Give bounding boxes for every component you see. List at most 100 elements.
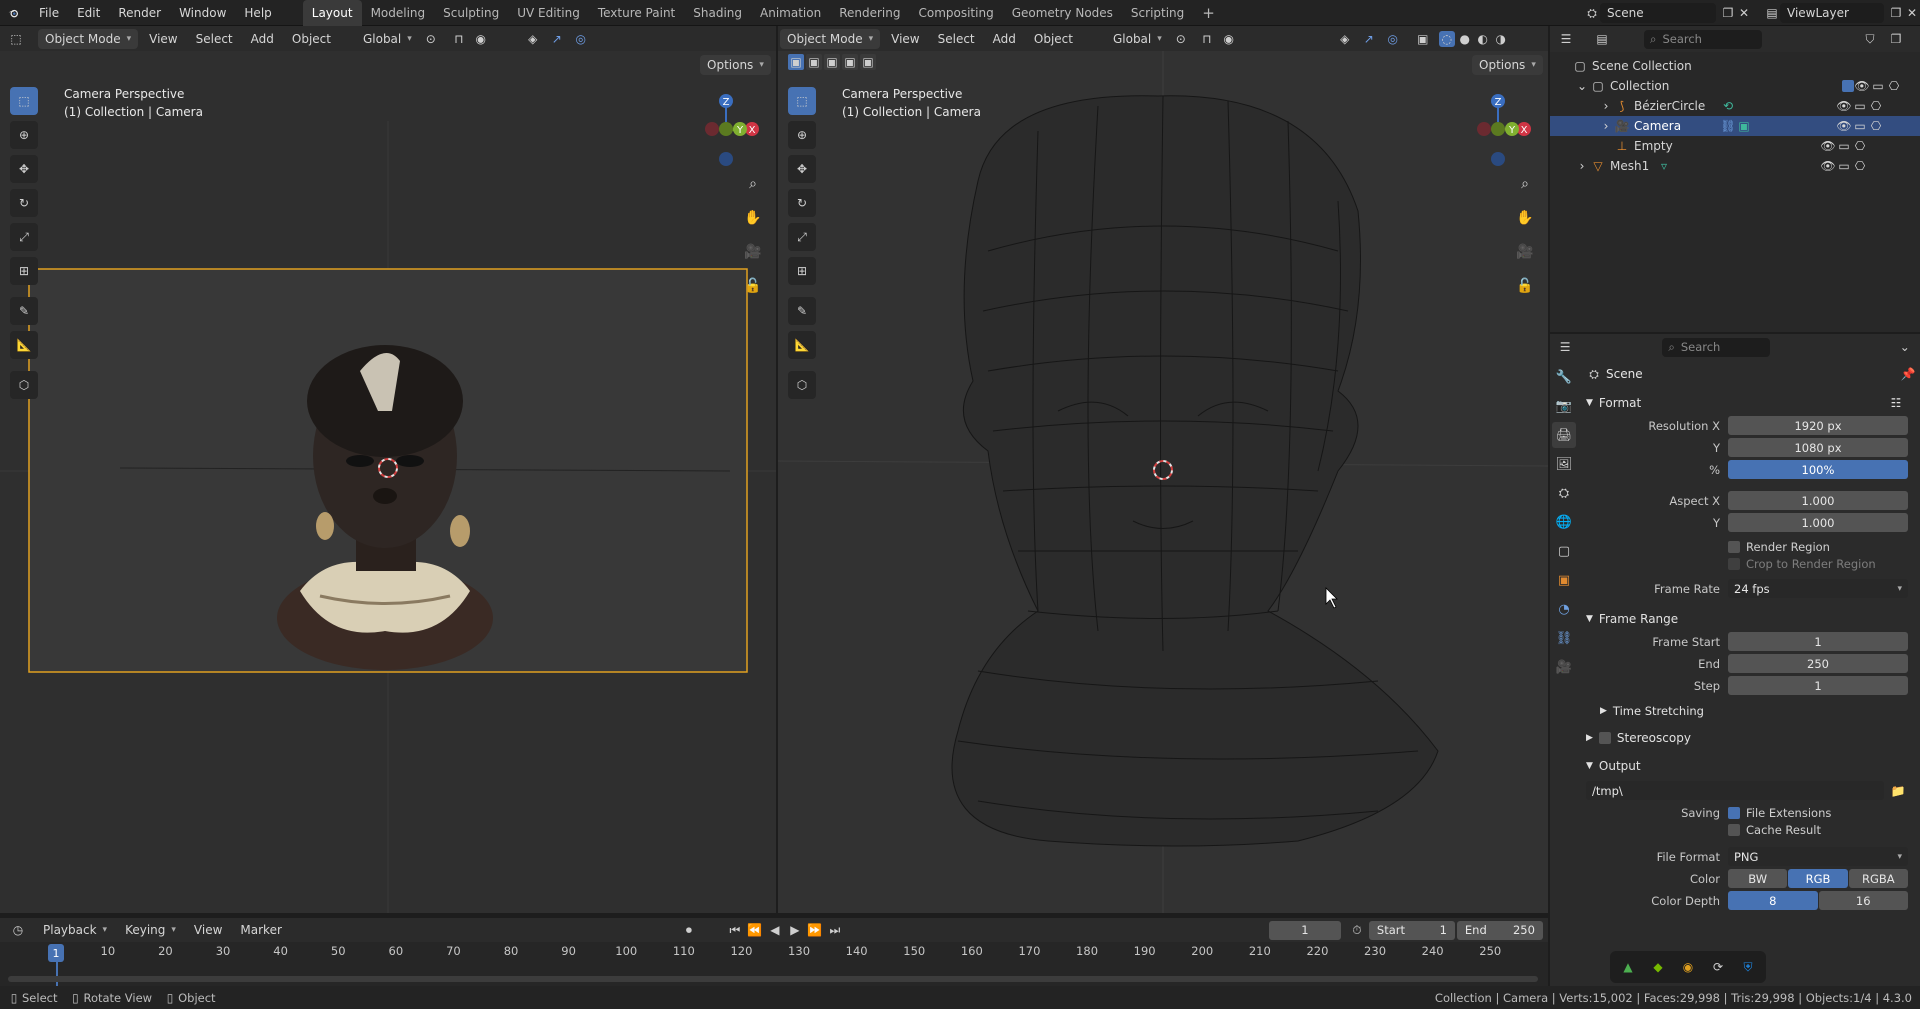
menu-view-right[interactable]: View bbox=[884, 29, 926, 49]
pivot-icon[interactable]: ⊙ bbox=[423, 31, 439, 47]
data-tab-icon[interactable]: 🎥 bbox=[1552, 654, 1576, 680]
select-extend-icon-right[interactable]: ▣ bbox=[806, 54, 822, 70]
constraint-tab-icon[interactable]: ⛓ bbox=[1552, 625, 1576, 651]
pivot-icon-right[interactable]: ⊙ bbox=[1173, 31, 1189, 47]
tab-rendering[interactable]: Rendering bbox=[830, 0, 909, 26]
jump-keyframe-forward-icon[interactable]: ⏩ bbox=[807, 922, 823, 938]
monitor-icon[interactable]: ▭ bbox=[1870, 78, 1886, 94]
collection-row[interactable]: ⌄ ▢ Collection 👁 ▭ ⎔ bbox=[1550, 76, 1920, 96]
menu-file[interactable]: File bbox=[30, 0, 68, 26]
rotate-tool[interactable]: ↻ bbox=[10, 189, 38, 217]
transform-tool-right[interactable]: ⊞ bbox=[788, 257, 816, 285]
snap-icon[interactable]: ⊓ bbox=[451, 31, 467, 47]
tab-modeling[interactable]: Modeling bbox=[362, 0, 435, 26]
tab-animation[interactable]: Animation bbox=[751, 0, 830, 26]
menu-help[interactable]: Help bbox=[235, 0, 280, 26]
menu-object-right[interactable]: Object bbox=[1027, 29, 1080, 49]
timeline-view-menu[interactable]: View bbox=[187, 920, 229, 940]
select-box-tool[interactable]: ⬚ bbox=[10, 87, 38, 115]
outliner-search-input[interactable]: ⌕ Search bbox=[1644, 29, 1762, 49]
visibility-icon[interactable]: ◈ bbox=[525, 31, 541, 47]
render-region-checkbox[interactable] bbox=[1728, 541, 1740, 553]
object-mode-dropdown-right[interactable]: Object Mode bbox=[780, 28, 881, 49]
frame-start-field[interactable]: 1 bbox=[1728, 632, 1908, 651]
render-region-toggle[interactable]: Render Region bbox=[1728, 540, 1908, 554]
tab-scripting[interactable]: Scripting bbox=[1122, 0, 1193, 26]
crop-region-checkbox[interactable] bbox=[1728, 558, 1740, 570]
display-mode-icon[interactable]: ▤ bbox=[1594, 31, 1610, 47]
timeline-editor-icon[interactable]: ◷ bbox=[10, 922, 26, 938]
zoom-icon-right[interactable]: ⌕ bbox=[1512, 171, 1538, 197]
monitor-icon[interactable]: ▭ bbox=[1836, 158, 1852, 174]
file-extensions-checkbox[interactable] bbox=[1728, 807, 1740, 819]
render-camera-icon[interactable]: ⎔ bbox=[1852, 158, 1868, 174]
color-rgb-button[interactable]: RGB bbox=[1788, 869, 1848, 888]
marker-menu[interactable]: Marker bbox=[233, 920, 288, 940]
measure-tool[interactable]: 📐 bbox=[10, 331, 38, 359]
cursor-tool[interactable]: ⊕ bbox=[10, 121, 38, 149]
tab-geometry-nodes[interactable]: Geometry Nodes bbox=[1003, 0, 1122, 26]
new-collection-icon[interactable]: ❐ bbox=[1888, 31, 1904, 47]
resolution-y-field[interactable]: 1080 px bbox=[1728, 438, 1908, 457]
move-tool-right[interactable]: ✥ bbox=[788, 155, 816, 183]
tab-compositing[interactable]: Compositing bbox=[909, 0, 1002, 26]
delete-viewlayer-icon[interactable]: ✕ bbox=[1904, 5, 1920, 21]
select-new-icon-right[interactable]: ▣ bbox=[788, 54, 804, 70]
move-tool[interactable]: ✥ bbox=[10, 155, 38, 183]
new-viewlayer-icon[interactable]: ❐ bbox=[1888, 5, 1904, 21]
outliner-item-camera[interactable]: › 🎥 Camera ⛓ ▣ 👁 ▭ ⎔ bbox=[1550, 116, 1920, 136]
solid-shading-icon[interactable]: ● bbox=[1457, 31, 1473, 47]
play-icon[interactable]: ▶ bbox=[787, 922, 803, 938]
orientation-dropdown-right[interactable]: Global bbox=[1106, 29, 1169, 49]
monitor-icon[interactable]: ▭ bbox=[1852, 98, 1868, 114]
menu-edit[interactable]: Edit bbox=[68, 0, 109, 26]
current-frame-field[interactable]: 1 bbox=[1268, 920, 1341, 940]
color-bw-button[interactable]: BW bbox=[1728, 869, 1788, 888]
snap-icon-right[interactable]: ⊓ bbox=[1199, 31, 1215, 47]
output-path-field[interactable]: /tmp\ bbox=[1586, 781, 1884, 800]
presets-icon[interactable]: ☷ bbox=[1888, 395, 1904, 411]
gizmo-icon-right[interactable]: ↗ bbox=[1361, 31, 1377, 47]
navigation-gizmo-left[interactable]: Z X Y bbox=[688, 87, 764, 167]
tab-uv-editing[interactable]: UV Editing bbox=[508, 0, 589, 26]
sync-icon[interactable]: ⟳ bbox=[1710, 959, 1726, 975]
color-depth-16-button[interactable]: 16 bbox=[1818, 891, 1908, 910]
shield-icon[interactable]: ⛨ bbox=[1740, 959, 1756, 975]
frame-end-field[interactable]: 250 bbox=[1728, 654, 1908, 673]
add-cube-tool[interactable]: ⬡ bbox=[10, 371, 38, 399]
right-viewport[interactable]: ▣ ▣ ▣ ▣ ▣ Camera Perspective (1) Collect… bbox=[778, 51, 1548, 913]
crop-region-toggle[interactable]: Crop to Render Region bbox=[1728, 557, 1908, 571]
eye-icon[interactable]: 👁 bbox=[1820, 158, 1836, 174]
play-reverse-icon[interactable]: ◀ bbox=[767, 922, 783, 938]
frame-step-field[interactable]: 1 bbox=[1728, 676, 1908, 695]
visibility-icon-right[interactable]: ◈ bbox=[1337, 31, 1353, 47]
zoom-icon[interactable]: ⌕ bbox=[740, 171, 766, 197]
expand-chevron-icon[interactable]: › bbox=[1598, 118, 1614, 134]
menu-select-right[interactable]: Select bbox=[931, 29, 982, 49]
outliner-item-empty[interactable]: ⊥ Empty 👁 ▭ ⎔ bbox=[1550, 136, 1920, 156]
render-tab-icon[interactable]: 📷 bbox=[1552, 393, 1576, 419]
expand-chevron-icon[interactable]: › bbox=[1598, 98, 1614, 114]
nvidia-icon[interactable]: ◆ bbox=[1650, 959, 1666, 975]
menu-render[interactable]: Render bbox=[109, 0, 170, 26]
render-camera-icon[interactable]: ⎔ bbox=[1868, 98, 1884, 114]
lock-icon-right[interactable]: 🔓 bbox=[1512, 273, 1538, 299]
render-camera-icon[interactable]: ⎔ bbox=[1886, 78, 1902, 94]
jump-end-icon[interactable]: ⏭ bbox=[827, 922, 843, 938]
monitor-icon[interactable]: ▭ bbox=[1852, 118, 1868, 134]
navigation-gizmo-right[interactable]: Z X Y bbox=[1460, 87, 1536, 167]
expand-chevron-icon[interactable]: › bbox=[1574, 158, 1590, 174]
stereoscopy-checkbox[interactable] bbox=[1598, 732, 1611, 744]
overlay-icon[interactable]: ◎ bbox=[573, 31, 589, 47]
menu-object-left[interactable]: Object bbox=[285, 29, 338, 49]
select-subtract-icon-right[interactable]: ▣ bbox=[824, 54, 840, 70]
resolution-x-field[interactable]: 1920 px bbox=[1728, 416, 1908, 435]
eye-icon[interactable]: 👁 bbox=[1836, 118, 1852, 134]
render-camera-icon[interactable]: ⎔ bbox=[1868, 118, 1884, 134]
menu-add-left[interactable]: Add bbox=[244, 29, 281, 49]
viewlayer-name-field[interactable]: ViewLayer bbox=[1780, 3, 1884, 23]
scale-tool-right[interactable]: ⤢ bbox=[788, 223, 816, 251]
proportional-edit-icon[interactable]: ◉ bbox=[473, 31, 489, 47]
menu-view-left[interactable]: View bbox=[142, 29, 184, 49]
drive-icon[interactable]: ▲ bbox=[1620, 959, 1636, 975]
